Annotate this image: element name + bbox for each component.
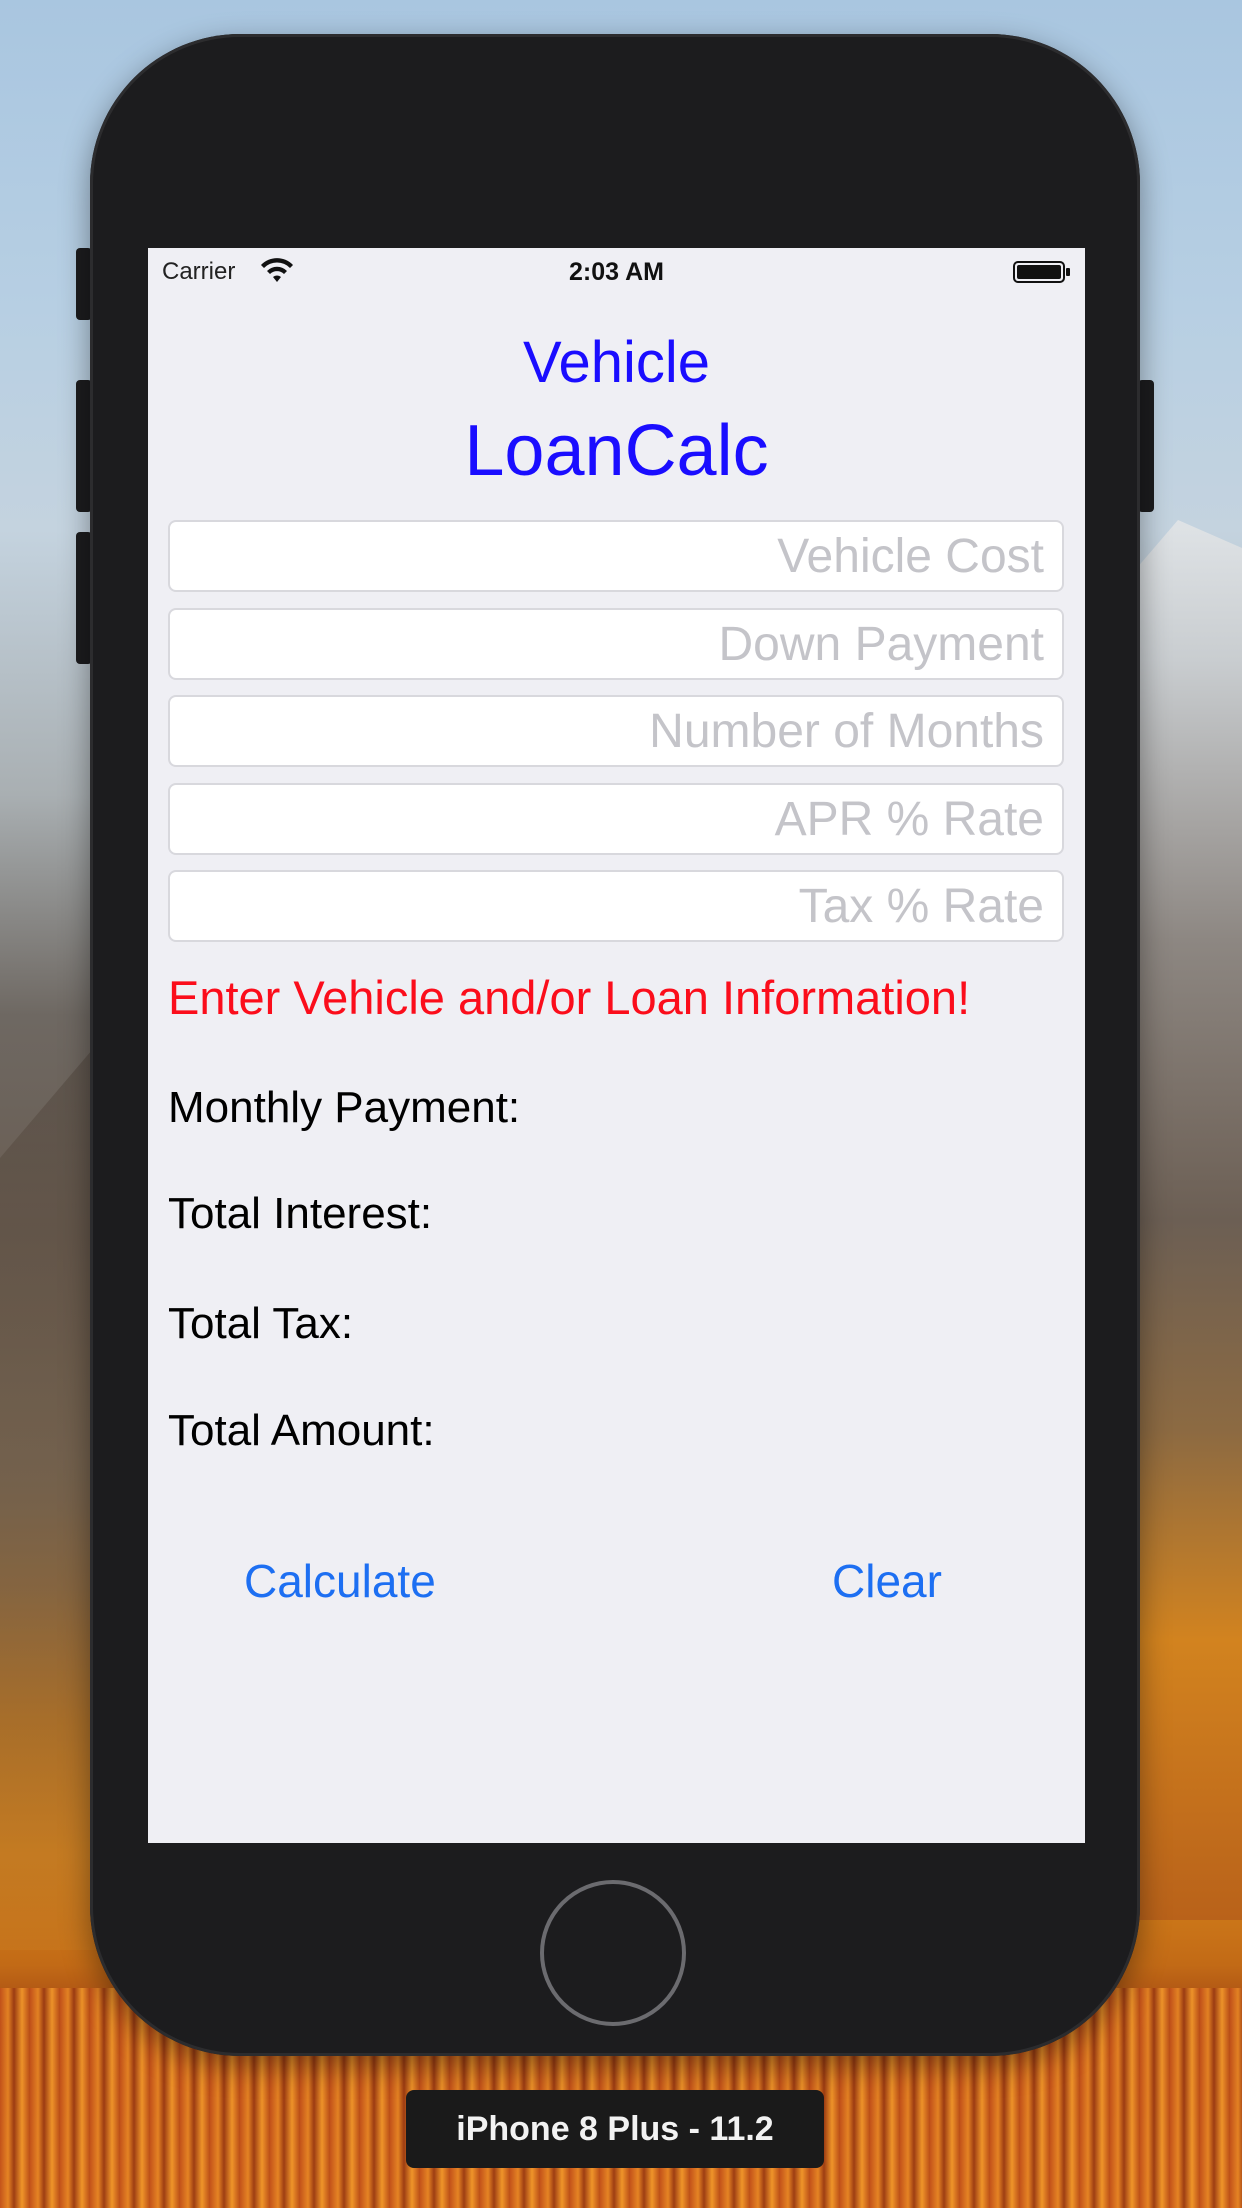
power-button[interactable] (1138, 380, 1154, 512)
status-bar: Carrier 2:03 AM (148, 248, 1085, 296)
app-screen: Carrier 2:03 AM Vehicle LoanCalc Enter V… (148, 248, 1085, 1843)
down-payment-field[interactable] (168, 608, 1064, 680)
number-of-months-field[interactable] (168, 695, 1064, 767)
home-button[interactable] (540, 1880, 686, 2026)
app-title-line-1: Vehicle (522, 330, 711, 395)
clear-button[interactable]: Clear (832, 1553, 942, 1609)
total-interest-label: Total Interest: (168, 1189, 433, 1238)
battery-icon (1013, 261, 1070, 283)
monthly-payment-label: Monthly Payment: (168, 1083, 521, 1132)
simulator-device-label: iPhone 8 Plus - 11.2 (406, 2090, 824, 2168)
app-title-line-2: LoanCalc (464, 411, 769, 491)
calculate-button[interactable]: Calculate (244, 1553, 436, 1609)
total-amount-label: Total Amount: (168, 1406, 435, 1455)
validation-message: Enter Vehicle and/or Loan Information! (168, 971, 971, 1024)
status-time: 2:03 AM (569, 258, 664, 286)
total-tax-label: Total Tax: (168, 1299, 354, 1348)
tax-rate-field[interactable] (168, 870, 1064, 942)
vehicle-cost-field[interactable] (168, 520, 1064, 592)
apr-rate-field[interactable] (168, 783, 1064, 855)
